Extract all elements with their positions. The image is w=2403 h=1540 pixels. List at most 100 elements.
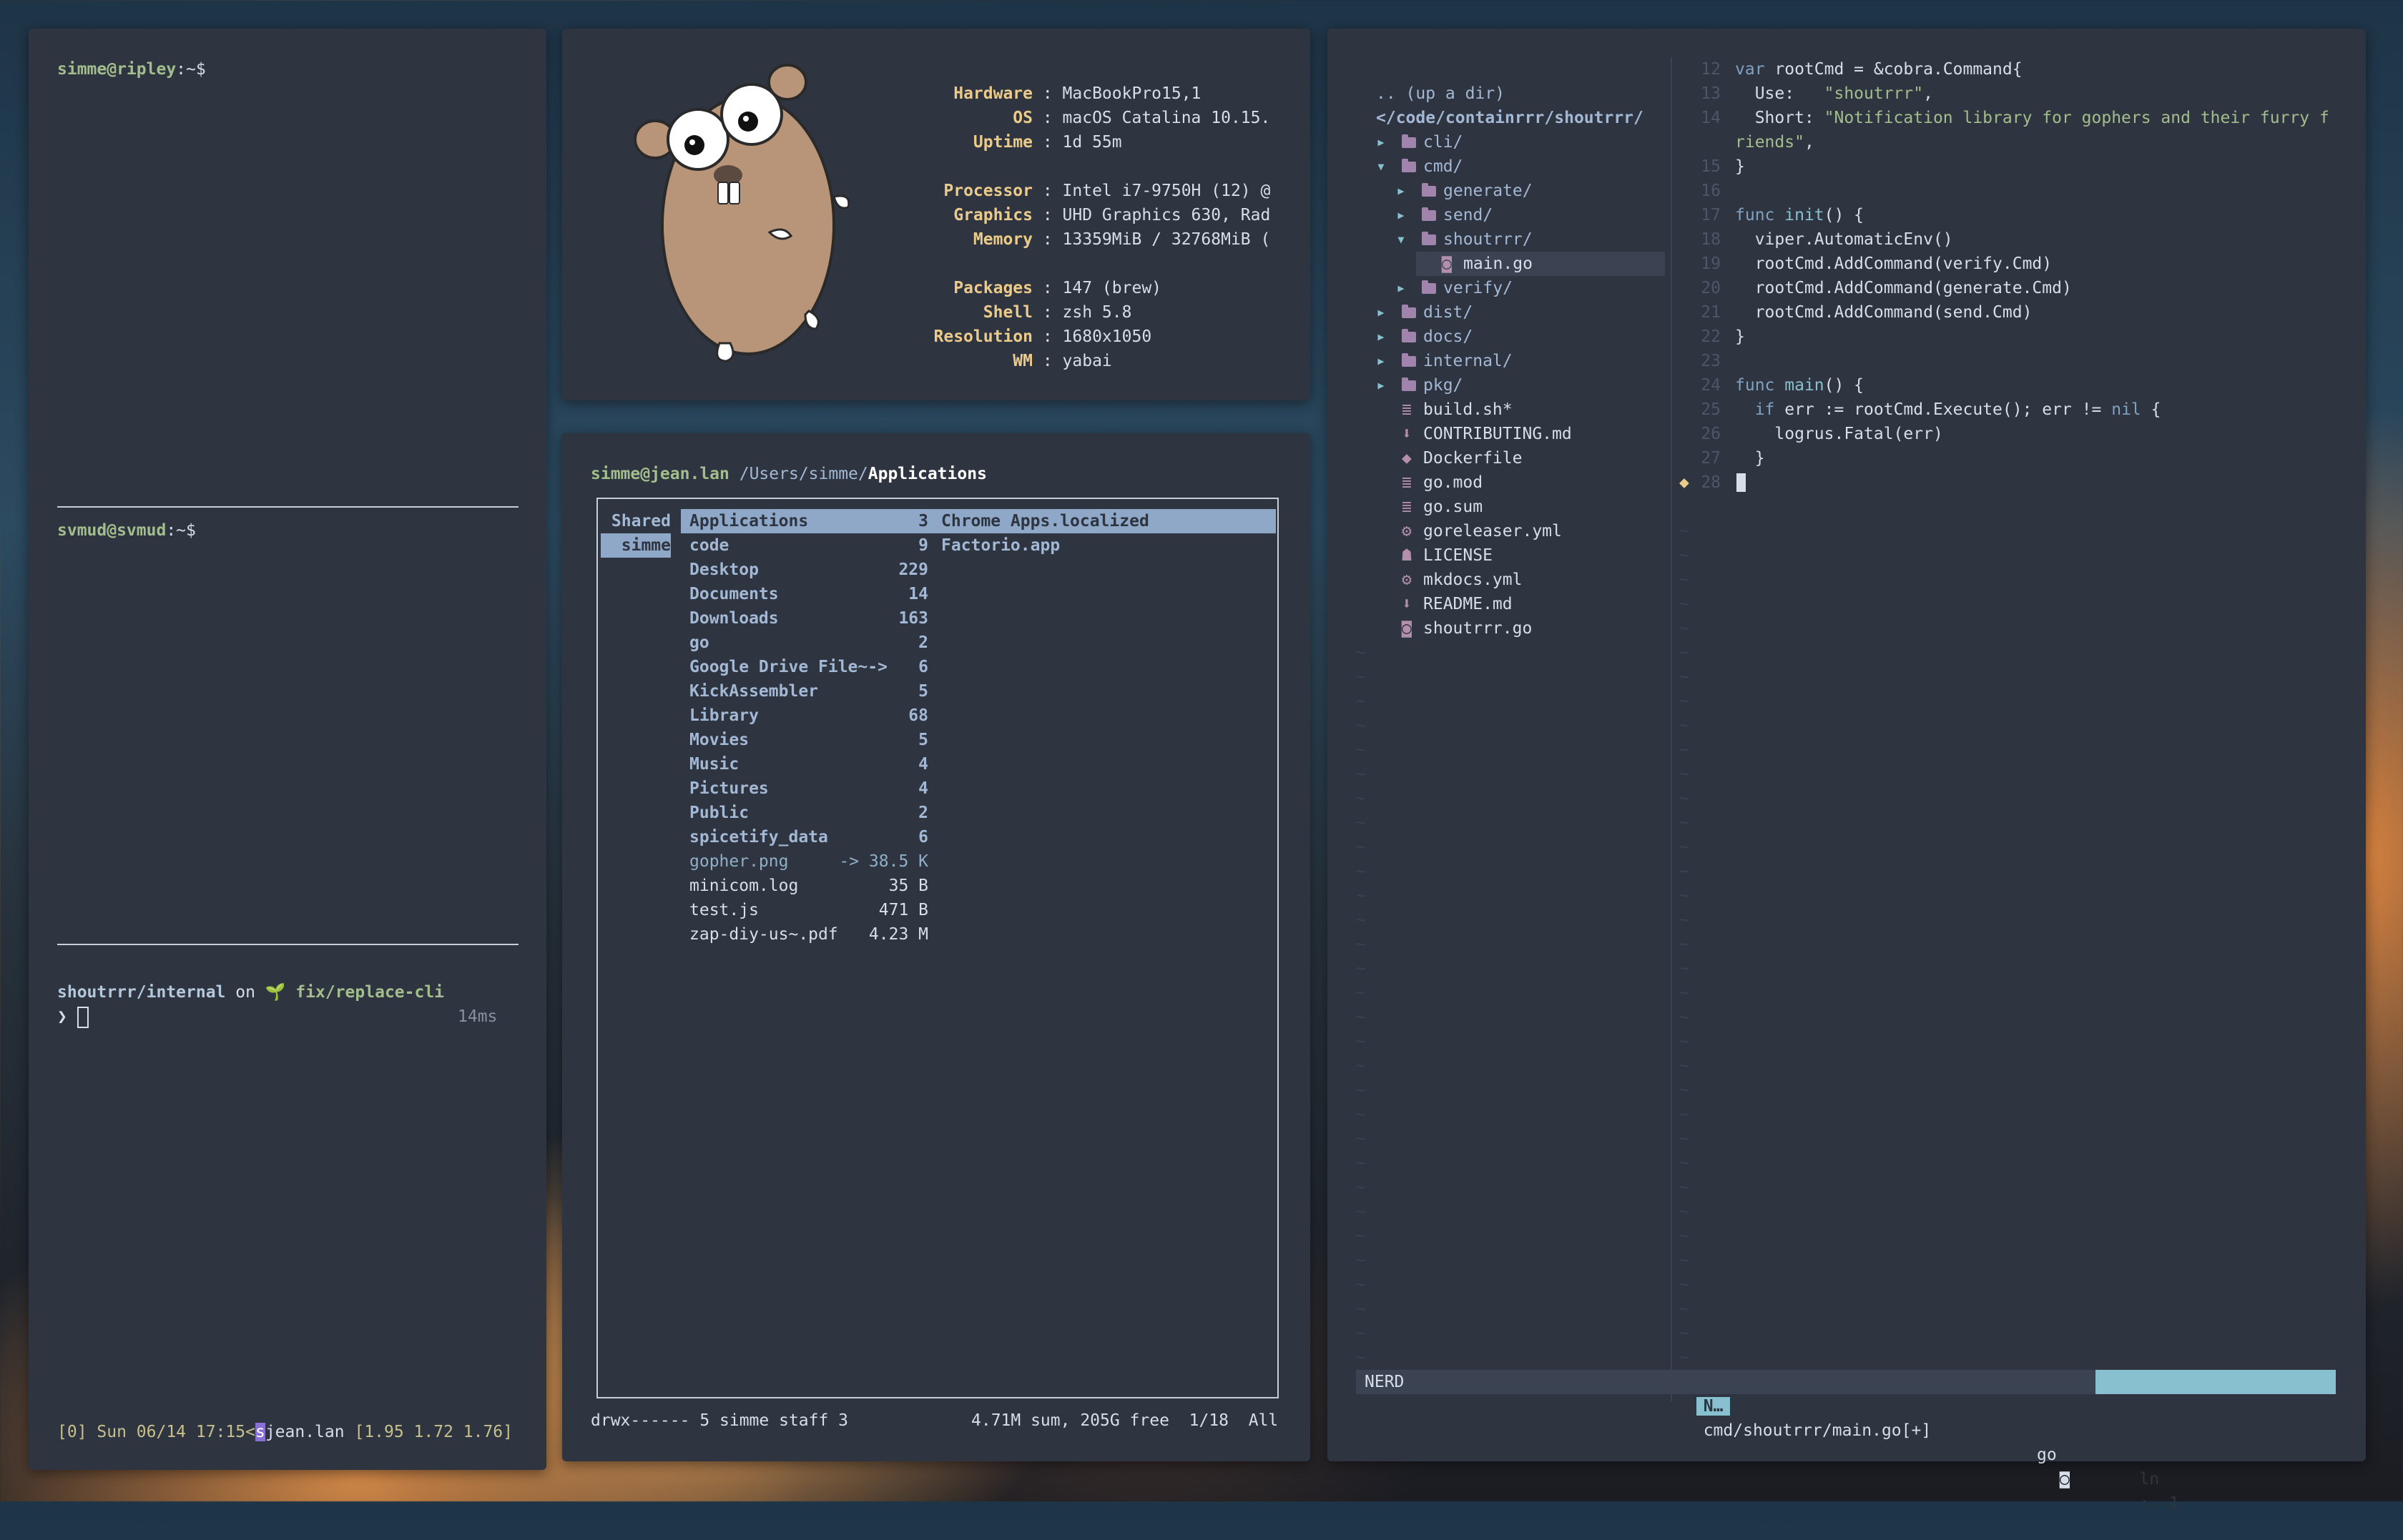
fm-list-item[interactable]: Documents 14: [681, 582, 937, 606]
nerdtree-item[interactable]: ▸ send/: [1396, 203, 1493, 227]
code-line[interactable]: 15}: [1685, 154, 1745, 179]
nerdtree-item[interactable]: ◙ shoutrrr.go: [1376, 616, 1532, 641]
fm-list-item[interactable]: Music 4: [681, 752, 937, 776]
nerdtree-up-dir[interactable]: .. (up a dir): [1376, 82, 1505, 106]
pane3-input-line[interactable]: ❯: [57, 1005, 89, 1029]
tree-arrow-icon: ▸: [1396, 279, 1406, 297]
fm-list-item[interactable]: minicom.log 35 B: [681, 874, 937, 898]
fm-list-item[interactable]: Public 2: [681, 801, 937, 825]
nerdtree-item[interactable]: ⚙ goreleaser.yml: [1376, 519, 1562, 543]
tree-arrow-icon: ▸: [1376, 303, 1386, 322]
fm-list-item[interactable]: gopher.png -> 38.5 K: [681, 849, 937, 874]
code-line[interactable]: 17 func init() {: [1685, 203, 1864, 227]
left-terminal-window[interactable]: simme@ripley:~$ svmud@svmud:~$ shoutrrr/…: [29, 29, 546, 1470]
prompt-caret: ❯: [57, 1007, 67, 1026]
neofetch-value: zsh 5.8: [1062, 303, 1132, 322]
pane2-prompt[interactable]: svmud@svmud:~$: [57, 518, 196, 543]
tilde-marker: ~: [1356, 692, 1366, 711]
nerdtree-item[interactable]: ⬇ CONTRIBUTING.md: [1376, 422, 1572, 446]
code-line[interactable]: riends",: [1685, 130, 1814, 154]
fm-parent-item[interactable]: Shared: [601, 509, 671, 533]
neofetch-value: MacBookPro15,1: [1062, 84, 1202, 103]
fm-item-size: 6: [918, 658, 928, 676]
fm-item-size: 4.23 M: [868, 925, 928, 944]
code-text: Short: "Notification library for gophers…: [1735, 109, 2329, 127]
code-line[interactable]: 24 func main() {: [1685, 373, 1864, 398]
neofetch-row: Packages : 147 (brew): [868, 276, 1161, 300]
file-name: cmd/shoutrrr/main.go[+]: [1703, 1421, 1932, 1440]
fm-preview-item[interactable]: Factorio.app: [931, 533, 1276, 558]
tilde-marker: ~: [1356, 1130, 1366, 1148]
fm-item-size: 68: [908, 706, 928, 725]
nerdtree-item[interactable]: ▾ shoutrrr/: [1396, 227, 1533, 252]
nerdtree-item[interactable]: ⚙ mkdocs.yml: [1376, 568, 1522, 592]
tilde-marker: ~: [1356, 1008, 1366, 1027]
code-line[interactable]: 18 viper.AutomaticEnv(): [1685, 227, 1952, 252]
code-line[interactable]: 20 rootCmd.AddCommand(generate.Cmd): [1685, 276, 2072, 300]
code-line[interactable]: 13 Use: "shoutrrr",: [1685, 82, 1933, 106]
nerdtree-item[interactable]: ◆ Dockerfile: [1376, 446, 1522, 470]
code-line[interactable]: 25 if err := rootCmd.Execute(); err != n…: [1685, 398, 2161, 422]
tilde-marker: ~: [1679, 716, 1689, 735]
line-number: 14: [1701, 109, 1721, 127]
fm-list-item[interactable]: Library 68: [681, 704, 937, 728]
code-line[interactable]: 22}: [1685, 325, 1745, 349]
nerdtree-root[interactable]: </code/containrrr/shoutrrr/: [1376, 106, 1643, 130]
nerdtree-item[interactable]: ▸ verify/: [1396, 276, 1513, 300]
fm-list-item[interactable]: spicetify_data 6: [681, 825, 937, 849]
cfg-file-icon: ⚙: [1402, 522, 1412, 541]
folder-icon: [1402, 377, 1416, 391]
fm-item-name: Music: [689, 755, 739, 774]
tilde-marker: ~: [1356, 1324, 1366, 1343]
line-position: 28/28: [2153, 1446, 2203, 1464]
code-line[interactable]: 21 rootCmd.AddCommand(send.Cmd): [1685, 300, 2032, 325]
fm-item-size: 4: [918, 755, 928, 774]
nerdtree-item[interactable]: ▸ dist/: [1376, 300, 1473, 325]
pane-divider[interactable]: [57, 506, 519, 508]
pane-divider[interactable]: [57, 944, 519, 945]
code-line[interactable]: 12 var rootCmd = &cobra.Command{: [1685, 57, 2022, 82]
fm-list-item[interactable]: test.js 471 B: [681, 898, 937, 922]
code-line[interactable]: 19 rootCmd.AddCommand(verify.Cmd): [1685, 252, 2052, 276]
nerdtree-item[interactable]: ◙ main.go: [1416, 252, 1665, 276]
nerdtree-item[interactable]: ≣ go.sum: [1376, 495, 1483, 519]
nerdtree-item[interactable]: ≣ build.sh*: [1376, 398, 1513, 422]
fm-list-item[interactable]: Desktop 229: [681, 558, 937, 582]
code-line[interactable]: 14 Short: "Notification library for goph…: [1685, 106, 2329, 130]
code-text: rootCmd.AddCommand(generate.Cmd): [1735, 279, 2072, 297]
neofetch-key: Uptime: [973, 133, 1033, 152]
fm-list-item[interactable]: Movies 5: [681, 728, 937, 752]
neofetch-value: macOS Catalina 10.15.: [1062, 109, 1271, 127]
fm-list-item[interactable]: zap-diy-us~.pdf 4.23 M: [681, 922, 937, 947]
tree-item-label: mkdocs.yml: [1423, 571, 1523, 589]
fm-list-item[interactable]: Applications 3: [681, 509, 937, 533]
nerdtree-item[interactable]: ▸ docs/: [1376, 325, 1473, 349]
code-line[interactable]: 26 logrus.Fatal(err): [1685, 422, 1943, 446]
fm-list-item[interactable]: Pictures 4: [681, 776, 937, 801]
fm-list-item[interactable]: code 9: [681, 533, 937, 558]
code-line[interactable]: 23: [1685, 349, 1735, 373]
code-line[interactable]: 27 }: [1685, 446, 1764, 470]
nerdtree-item[interactable]: ▸ pkg/: [1376, 373, 1463, 398]
fm-item-size: 471 B: [878, 901, 928, 919]
nerdtree-item[interactable]: ▸ generate/: [1396, 179, 1533, 203]
nerdtree-item[interactable]: ⬇ README.md: [1376, 592, 1513, 616]
nerdtree-item[interactable]: ▸ internal/: [1376, 349, 1513, 373]
nerdtree-item[interactable]: ▸ cli/: [1376, 130, 1463, 154]
code-line[interactable]: 16: [1685, 179, 1735, 203]
split-divider[interactable]: [1671, 57, 1672, 1401]
fm-preview-item[interactable]: Chrome Apps.localized: [931, 509, 1276, 533]
tilde-marker: ~: [1679, 1251, 1689, 1270]
nerdtree-item[interactable]: ≣ go.mod: [1376, 470, 1483, 495]
fm-item-name: gopher.png: [689, 852, 789, 871]
fm-list-item[interactable]: Downloads 163: [681, 606, 937, 631]
fm-parent-item[interactable]: simme: [601, 533, 671, 558]
fm-list-item[interactable]: Google Drive File~-> 6: [681, 655, 937, 679]
pane1-prompt[interactable]: simme@ripley:~$: [57, 57, 206, 82]
fm-list-item[interactable]: go 2: [681, 631, 937, 655]
fm-list-item[interactable]: KickAssembler 5: [681, 679, 937, 704]
nerdtree-item[interactable]: ☗ LICENSE: [1376, 543, 1493, 568]
nerdtree-item[interactable]: ▾ cmd/: [1376, 154, 1463, 179]
md-file-icon: ⬇: [1402, 595, 1412, 613]
code-line[interactable]: 28: [1685, 470, 1735, 495]
